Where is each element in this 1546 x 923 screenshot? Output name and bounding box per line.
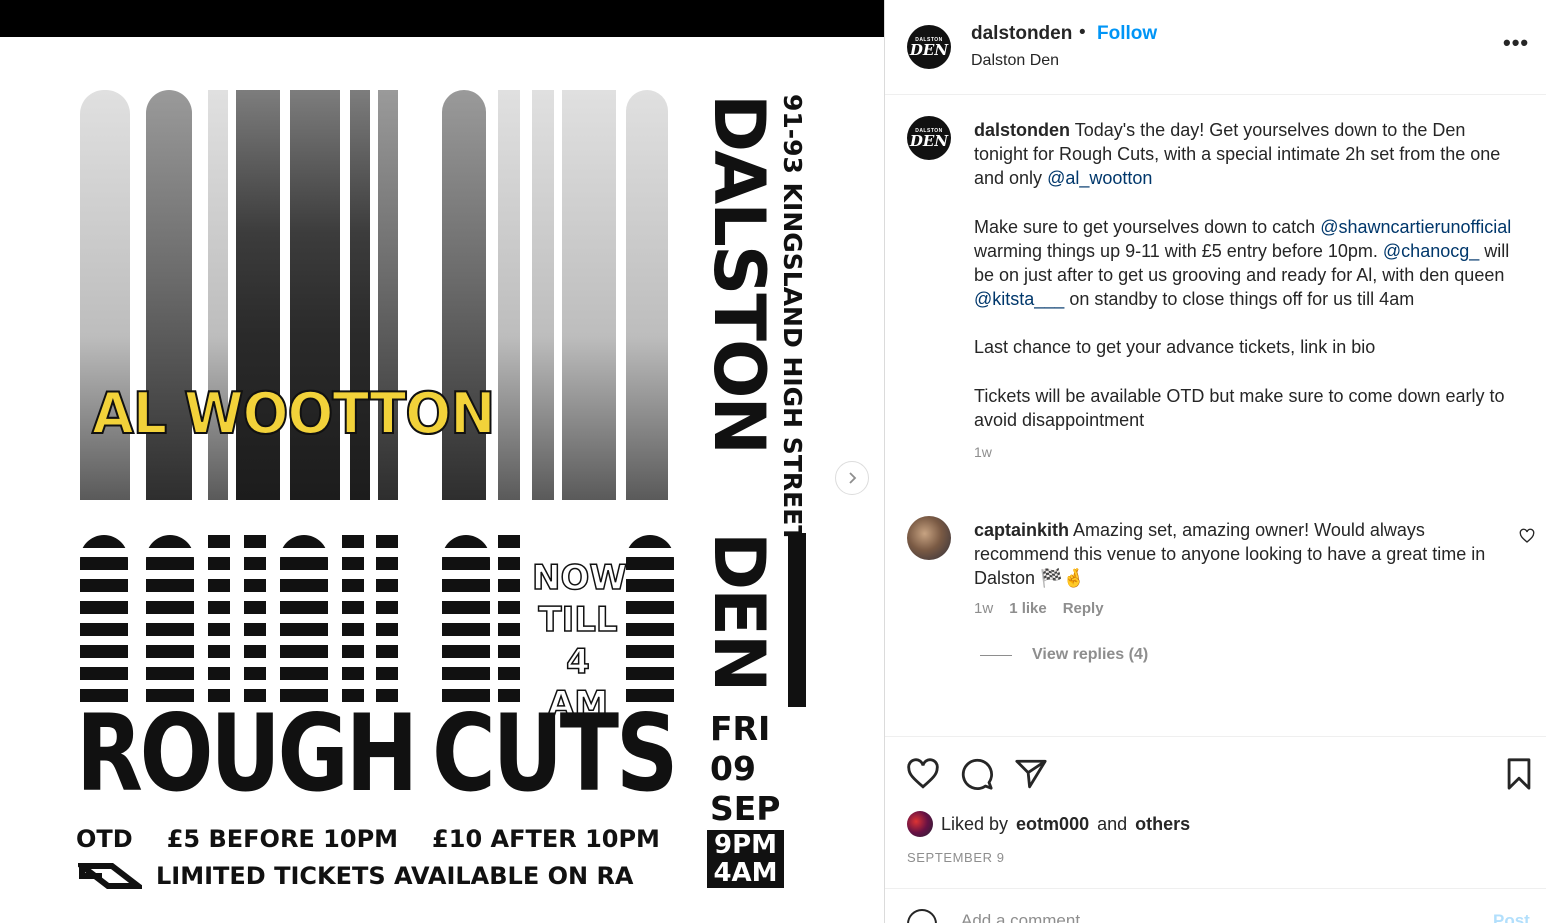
photo-strip: [626, 90, 668, 500]
post-button[interactable]: Post: [1493, 911, 1530, 923]
stripe-column: [244, 535, 266, 703]
liked-and: and: [1097, 813, 1128, 834]
stripe-column: [146, 535, 194, 703]
caption-username[interactable]: dalstonden: [974, 120, 1070, 140]
stripe-column: [280, 535, 328, 703]
stripe-column: [342, 535, 364, 703]
price-after: £10 AFTER 10PM: [432, 825, 660, 853]
chevron-right-icon: [849, 472, 857, 484]
replies-divider: [980, 654, 1012, 656]
caption-text: warming things up 9-11 with £5 entry bef…: [974, 240, 1378, 261]
stripe-column: [208, 535, 230, 703]
event-day: FRI: [710, 709, 771, 748]
caption-paragraph: Last chance to get your advance tickets,…: [974, 337, 1376, 358]
mention-link[interactable]: @shawncartierunofficial: [1320, 217, 1511, 237]
liked-by: Liked by eotm000 and others: [907, 811, 1190, 837]
like-comment-heart-icon[interactable]: [1519, 528, 1535, 544]
event-date-number: 09: [710, 749, 756, 788]
now-till-line: NOW: [531, 557, 627, 599]
venue-den-vertical: DEN: [698, 532, 780, 712]
event-time-box: 9PM 4AM: [707, 830, 784, 888]
address-vertical: 91-93 KINGSLAND HIGH STREET: [778, 94, 818, 542]
event-month: SEP: [710, 789, 781, 828]
caption-text: Make sure to get yourselves down to catc…: [974, 216, 1316, 237]
caption-time[interactable]: 1w: [974, 440, 1524, 464]
comment-input[interactable]: Add a comment...: [961, 911, 1094, 923]
reply-button[interactable]: Reply: [1063, 600, 1104, 617]
header-separator: •: [1079, 22, 1086, 43]
header-username[interactable]: dalstonden: [971, 23, 1072, 45]
stripe-column: [80, 535, 128, 703]
black-vertical-bar: [788, 533, 806, 707]
follow-button[interactable]: Follow: [1097, 23, 1157, 45]
comment-icon[interactable]: [960, 757, 994, 791]
liker-avatar[interactable]: [907, 811, 933, 837]
event-time-start: 9PM: [713, 830, 778, 860]
caption-paragraph: dalstonden Today's the day! Get yourselv…: [974, 118, 1524, 191]
post-panel: DALSTON DEN dalstonden • Follow Dalston …: [884, 0, 1546, 923]
event-poster: AL WOOTTON NOW TILL 4 AM ROUGH CUTS OTD …: [0, 37, 884, 923]
post-media: AL WOOTTON NOW TILL 4 AM ROUGH CUTS OTD …: [0, 0, 884, 923]
avatar-big-text: DEN: [909, 41, 949, 59]
mention-link[interactable]: @chanocg_: [1383, 241, 1479, 261]
liked-user[interactable]: eotm000: [1016, 814, 1089, 835]
venue-bottom-text: DEN: [698, 532, 780, 691]
stripe-column: [376, 535, 398, 703]
media-top-bar: [0, 0, 884, 37]
now-till-line: TILL: [538, 599, 619, 641]
post-caption: dalstonden Today's the day! Get yourselv…: [974, 118, 1524, 464]
photo-strip: [562, 90, 616, 500]
address-text: 91-93 KINGSLAND HIGH STREET: [778, 94, 807, 543]
stripe-column: [498, 535, 520, 703]
comment-time[interactable]: 1w: [974, 600, 993, 617]
view-replies-label: View replies (4): [1032, 646, 1149, 663]
commenter-avatar[interactable]: [907, 516, 951, 560]
comment-meta: 1w 1 like Reply: [974, 600, 1104, 617]
comment: captainkith Amazing set, amazing owner! …: [974, 518, 1494, 591]
mention-link[interactable]: @kitsta___: [974, 289, 1064, 309]
comment-likes[interactable]: 1 like: [1009, 600, 1047, 617]
liked-others[interactable]: others: [1135, 814, 1190, 835]
artist-name: AL WOOTTON: [91, 379, 496, 447]
stripe-column: [626, 535, 674, 703]
caption-text: on standby to close things off for us ti…: [1069, 289, 1415, 310]
mention-link[interactable]: @al_wootton: [1047, 168, 1152, 188]
otd-label: OTD: [76, 825, 133, 853]
add-comment-bar: Add a comment... Post: [885, 888, 1546, 923]
bookmark-icon[interactable]: [1502, 757, 1536, 791]
event-title-left: ROUGH: [76, 692, 418, 815]
header-subtitle[interactable]: Dalston Den: [971, 52, 1059, 70]
post-header: DALSTON DEN dalstonden • Follow Dalston …: [885, 0, 1546, 95]
liked-prefix: Liked by: [941, 813, 1009, 834]
emoji-icon[interactable]: [907, 909, 937, 923]
heart-icon[interactable]: [906, 757, 940, 791]
photo-strip: [498, 90, 520, 500]
photo-strips: [80, 90, 670, 510]
price-before: £5 BEFORE 10PM: [166, 825, 399, 853]
caption-paragraph: Tickets will be available OTD but make s…: [974, 385, 1505, 430]
next-image-button[interactable]: [835, 461, 869, 495]
caption-paragraph: Make sure to get yourselves down to catc…: [974, 215, 1524, 312]
photo-strip: [532, 90, 554, 500]
more-options-button[interactable]: •••: [1503, 30, 1529, 56]
event-time-end: 4AM: [713, 858, 778, 888]
comment-username[interactable]: captainkith: [974, 520, 1069, 540]
price-row: OTD £5 BEFORE 10PM £10 AFTER 10PM: [76, 825, 676, 853]
tickets-row: LIMITED TICKETS AVAILABLE ON RA: [78, 860, 634, 892]
event-title-right: CUTS: [432, 692, 678, 815]
avatar[interactable]: DALSTON DEN: [907, 25, 951, 69]
share-icon[interactable]: [1014, 757, 1048, 791]
tickets-text: LIMITED TICKETS AVAILABLE ON RA: [156, 862, 634, 890]
avatar-big-text: DEN: [909, 132, 949, 150]
ra-logo-icon: [78, 863, 142, 889]
view-replies-button[interactable]: View replies (4): [980, 646, 1148, 664]
caption-avatar[interactable]: DALSTON DEN: [907, 116, 951, 160]
venue-top-text: DALSTON: [698, 94, 780, 454]
stripe-column: [442, 535, 490, 703]
event-date: FRI 09 SEP: [710, 709, 781, 829]
post-actions: Liked by eotm000 and others SEPTEMBER 9: [885, 736, 1546, 888]
post-date[interactable]: SEPTEMBER 9: [907, 850, 1005, 865]
venue-name-vertical: DALSTON: [698, 94, 780, 506]
